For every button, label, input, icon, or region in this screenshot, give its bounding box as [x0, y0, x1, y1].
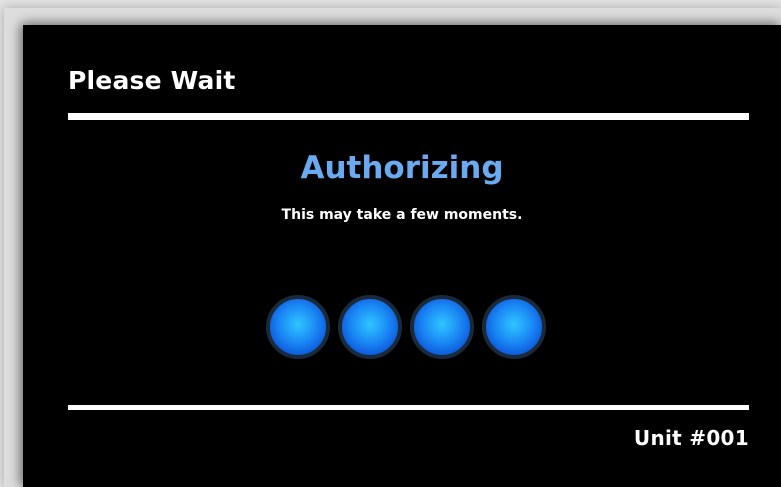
- header-divider: [68, 113, 749, 120]
- status-heading: Authorizing: [300, 150, 504, 186]
- progress-dot-3: [410, 295, 474, 359]
- wait-screen: Please Wait Authorizing This may take a …: [23, 25, 781, 487]
- progress-dot-1: [266, 295, 330, 359]
- progress-dot-4: [482, 295, 546, 359]
- footer-divider: [68, 405, 749, 410]
- progress-indicator: [266, 295, 550, 361]
- status-message: This may take a few moments.: [281, 207, 523, 223]
- progress-dot-2: [338, 295, 402, 359]
- unit-label: Unit #001: [633, 426, 749, 450]
- page-title: Please Wait: [68, 66, 236, 95]
